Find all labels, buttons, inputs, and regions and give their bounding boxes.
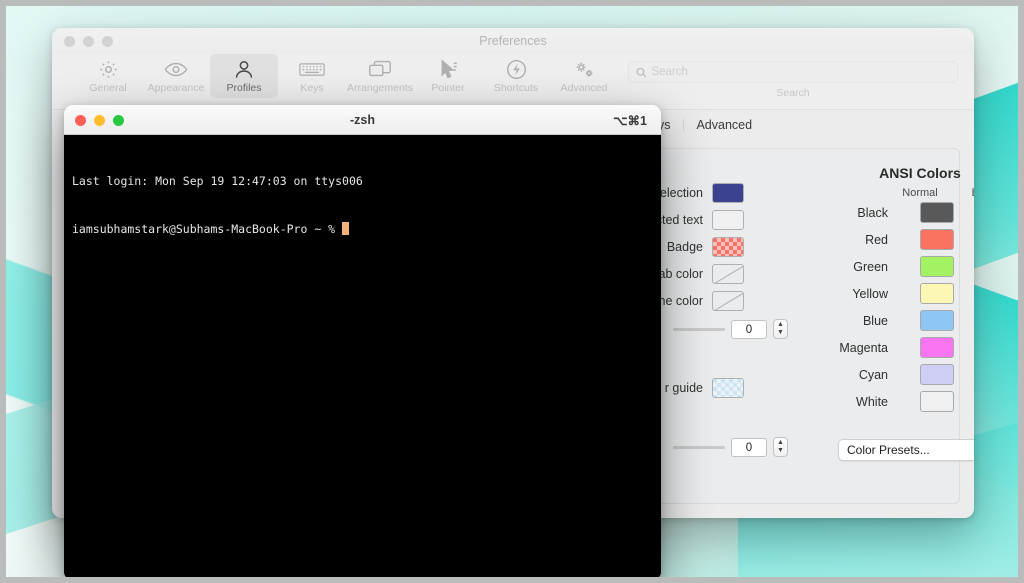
keyboard-icon bbox=[278, 57, 346, 81]
chevron-up-icon[interactable]: ▲ bbox=[777, 321, 784, 328]
ansi-column-normal: Normal bbox=[902, 187, 938, 199]
chevron-up-icon[interactable]: ▲ bbox=[777, 439, 784, 446]
slider-track[interactable] bbox=[673, 445, 725, 449]
toolbar-item-label: Keys bbox=[300, 82, 324, 94]
top-stepper-buttons[interactable]: ▲ ▼ bbox=[773, 319, 788, 339]
toolbar-item-shortcuts[interactable]: Shortcuts bbox=[482, 54, 550, 98]
ansi-normal-swatch[interactable] bbox=[920, 391, 954, 412]
ansi-row-yellow: Yellow bbox=[810, 283, 974, 304]
ansi-row-label: Green bbox=[853, 259, 888, 274]
toolbar-item-label: Profiles bbox=[226, 82, 262, 94]
preferences-titlebar: Preferences bbox=[52, 28, 974, 54]
ansi-normal-swatch[interactable] bbox=[920, 337, 954, 358]
ansi-row-label: Magenta bbox=[839, 340, 888, 355]
ansi-row-label: Cyan bbox=[858, 367, 888, 382]
ansi-row-label: White bbox=[856, 394, 888, 409]
bottom-stepper-row: 0 ▲ ▼ bbox=[673, 437, 788, 457]
terminal-line: Last login: Mon Sep 19 12:47:03 on ttys0… bbox=[72, 174, 363, 188]
ansi-normal-swatch[interactable] bbox=[920, 310, 954, 331]
top-stepper-row: 0 ▲ ▼ bbox=[673, 319, 788, 339]
terminal-cursor bbox=[342, 222, 350, 235]
toolbar-item-label: Shortcuts bbox=[493, 82, 539, 94]
ansi-normal-swatch[interactable] bbox=[920, 283, 954, 304]
ansi-colors-title: ANSI Colors bbox=[879, 165, 961, 181]
toolbar-item-appearance[interactable]: Appearance bbox=[142, 54, 210, 98]
ansi-row-green: Green bbox=[810, 256, 974, 277]
bottom-stepper-buttons[interactable]: ▲ ▼ bbox=[773, 437, 788, 457]
search-toolbar-label: Search bbox=[776, 87, 810, 99]
ansi-row-label: Blue bbox=[862, 313, 888, 328]
ansi-normal-swatch[interactable] bbox=[920, 229, 954, 250]
ansi-normal-swatch[interactable] bbox=[920, 202, 954, 223]
ansi-normal-swatch[interactable] bbox=[920, 364, 954, 385]
search-input[interactable] bbox=[651, 66, 950, 78]
terminal-titlebar: -zsh ⌥⌘1 bbox=[64, 105, 661, 135]
toolbar-item-pointer[interactable]: Pointer bbox=[414, 54, 482, 98]
gear-icon bbox=[74, 57, 142, 81]
cursor-guide-color-swatch[interactable] bbox=[712, 378, 744, 398]
terminal-title: -zsh bbox=[350, 113, 375, 127]
ansi-row-black: Black bbox=[810, 202, 974, 223]
toolbar-item-keys[interactable]: Keys bbox=[278, 54, 346, 98]
preferences-toolbar: General Appearance Profiles Keys Arrange… bbox=[52, 54, 974, 110]
ansi-row-magenta: Magenta bbox=[810, 337, 974, 358]
ansi-row-white: White bbox=[810, 391, 974, 412]
toolbar-item-label: General bbox=[89, 82, 127, 94]
search-icon bbox=[636, 67, 647, 77]
terminal-window: -zsh ⌥⌘1 Last login: Mon Sep 19 12:47:03… bbox=[64, 105, 661, 577]
pane-color-swatch[interactable] bbox=[712, 291, 744, 311]
color-presets-label: Color Presets... bbox=[847, 443, 930, 457]
toolbar-item-profiles[interactable]: Profiles bbox=[210, 54, 278, 98]
search-field[interactable] bbox=[628, 61, 958, 83]
slider-track[interactable] bbox=[673, 327, 725, 331]
person-icon bbox=[210, 57, 278, 81]
badge-color-swatch[interactable] bbox=[712, 237, 744, 257]
page-title: Preferences bbox=[479, 34, 547, 48]
bolt-icon bbox=[482, 57, 550, 81]
toolbar-item-advanced[interactable]: Advanced bbox=[550, 54, 618, 98]
top-stepper-value[interactable]: 0 bbox=[731, 319, 767, 339]
terminal-screen[interactable]: Last login: Mon Sep 19 12:47:03 on ttys0… bbox=[64, 135, 661, 577]
gears-icon bbox=[550, 57, 618, 81]
toolbar-item-label: Arrangements bbox=[347, 82, 413, 94]
ansi-column-bright: Bright bbox=[961, 187, 974, 199]
desktop-wallpaper: Preferences General Appearance Profiles … bbox=[6, 6, 1018, 577]
ansi-normal-swatch[interactable] bbox=[920, 256, 954, 277]
toolbar-item-label: Advanced bbox=[560, 82, 608, 94]
ansi-row-label: Black bbox=[857, 205, 888, 220]
ansi-row-cyan: Cyan bbox=[810, 364, 974, 385]
bottom-stepper-value[interactable]: 0 bbox=[731, 437, 767, 457]
terminal-prompt-text: iamsubhamstark@Subhams-MacBook-Pro ~ % bbox=[72, 222, 343, 236]
chevron-down-icon[interactable]: ▼ bbox=[777, 447, 784, 454]
toolbar-item-label: Appearance bbox=[147, 82, 205, 94]
ansi-row-label: Red bbox=[865, 232, 888, 247]
ansi-row-blue: Blue bbox=[810, 310, 974, 331]
toolbar-item-arrangements[interactable]: Arrangements bbox=[346, 54, 414, 98]
chevron-down-icon[interactable]: ▼ bbox=[777, 329, 784, 336]
selection-color-swatch[interactable] bbox=[712, 183, 744, 203]
tab-color-swatch[interactable] bbox=[712, 264, 744, 284]
eye-icon bbox=[142, 57, 210, 81]
terminal-prompt-line: iamsubhamstark@Subhams-MacBook-Pro ~ % bbox=[72, 221, 653, 237]
search-area: Search bbox=[628, 61, 958, 99]
tab-advanced[interactable]: Advanced bbox=[683, 115, 765, 135]
ansi-row-label: Yellow bbox=[852, 286, 888, 301]
toolbar-item-label: Pointer bbox=[431, 82, 465, 94]
windows-icon bbox=[346, 57, 414, 81]
ansi-row-red: Red bbox=[810, 229, 974, 250]
selected-text-color-swatch[interactable] bbox=[712, 210, 744, 230]
toolbar-item-general[interactable]: General bbox=[74, 54, 142, 98]
terminal-shortcut-label: ⌥⌘1 bbox=[613, 114, 647, 128]
cursor-icon bbox=[414, 57, 482, 81]
color-presets-dropdown[interactable]: Color Presets... ▼ bbox=[838, 439, 974, 461]
